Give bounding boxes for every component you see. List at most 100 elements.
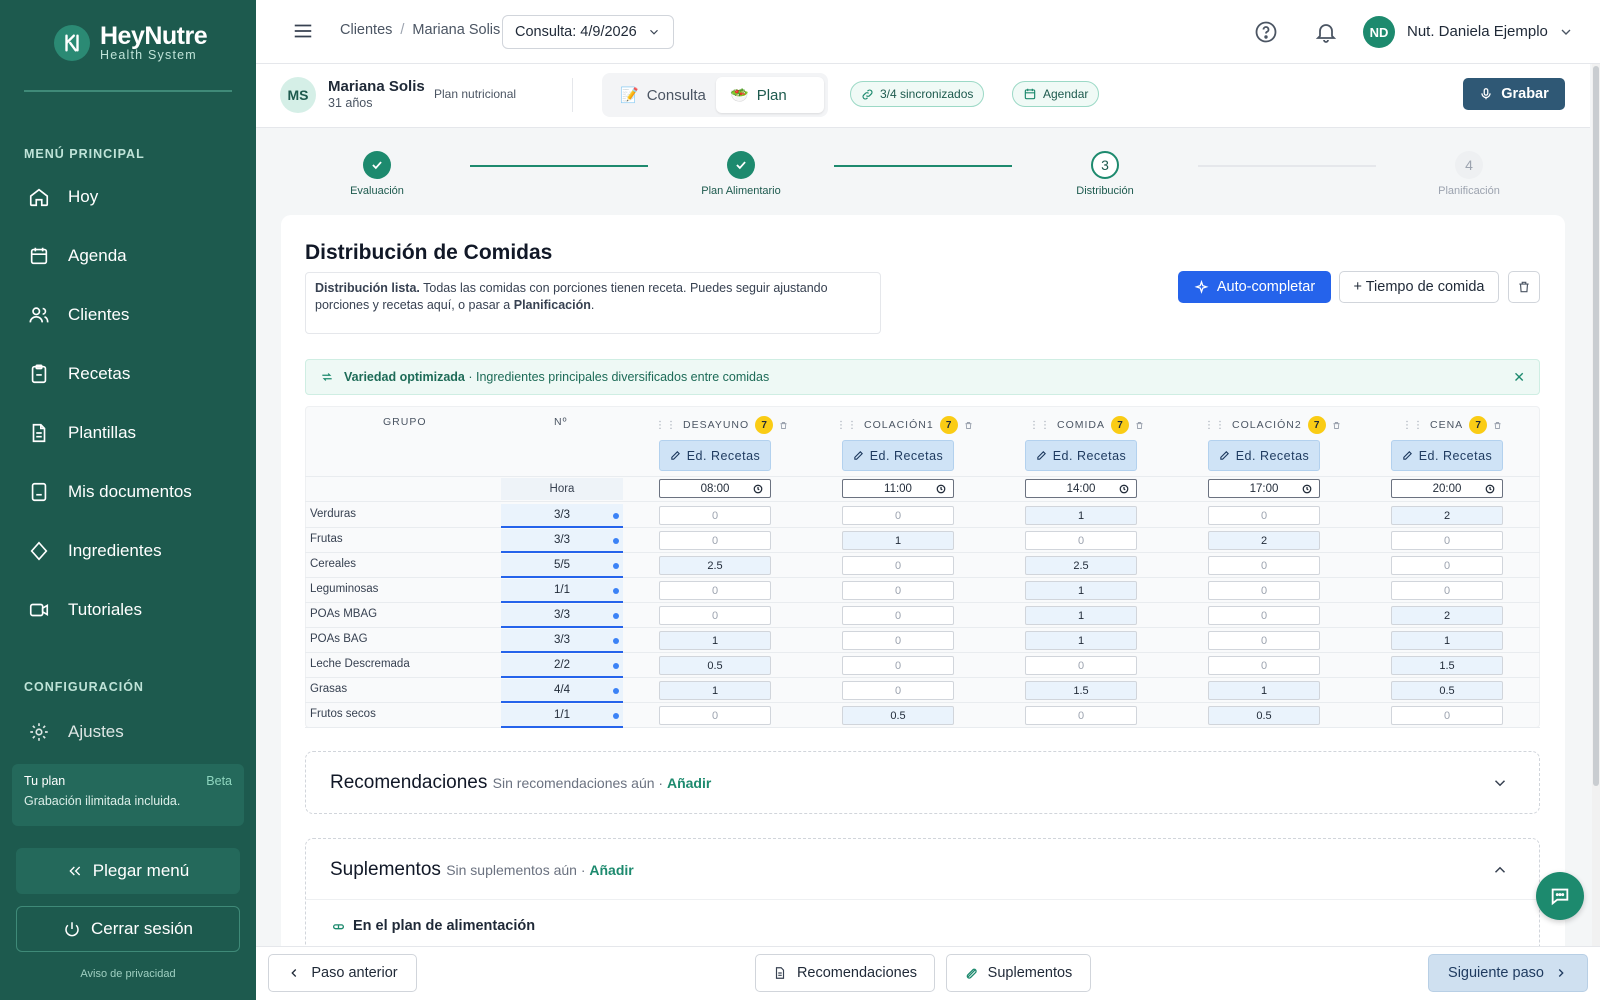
portion-input[interactable]: 1 bbox=[659, 631, 771, 650]
portion-input[interactable]: 0.5 bbox=[842, 706, 954, 725]
delete-button[interactable] bbox=[1508, 271, 1540, 303]
edit-recipes-button[interactable]: Ed. Recetas bbox=[659, 440, 771, 471]
meal-time-input[interactable]: 11:00 bbox=[842, 479, 954, 498]
portion-input[interactable]: 0 bbox=[1025, 656, 1137, 675]
drag-handle-icon[interactable]: ⋮⋮ bbox=[655, 420, 677, 431]
portion-input[interactable]: 2 bbox=[1208, 531, 1320, 550]
portion-input[interactable]: 0 bbox=[1208, 556, 1320, 575]
trash-icon[interactable] bbox=[964, 421, 973, 430]
edit-recipes-button[interactable]: Ed. Recetas bbox=[842, 440, 954, 471]
breadcrumb-clientes[interactable]: Clientes bbox=[340, 22, 392, 38]
sidebar-item-clientes[interactable]: Clientes bbox=[28, 300, 129, 330]
meal-time-input[interactable]: 08:00 bbox=[659, 479, 771, 498]
supplements-button[interactable]: Suplementos bbox=[946, 954, 1091, 992]
portion-input[interactable]: 1 bbox=[1391, 631, 1503, 650]
portion-input[interactable]: 1 bbox=[842, 531, 954, 550]
notice-link[interactable]: Planificación bbox=[514, 298, 591, 312]
edit-recipes-button[interactable]: Ed. Recetas bbox=[1025, 440, 1137, 471]
trash-icon[interactable] bbox=[1135, 421, 1144, 430]
portion-input[interactable]: 1 bbox=[1025, 631, 1137, 650]
portion-input[interactable]: 0 bbox=[659, 706, 771, 725]
portion-input[interactable]: 1 bbox=[1208, 681, 1320, 700]
breadcrumb-patient[interactable]: Mariana Solis bbox=[412, 22, 500, 38]
meal-column-header[interactable]: ⋮⋮ CENA 7 bbox=[1402, 416, 1502, 434]
meal-time-input[interactable]: 17:00 bbox=[1208, 479, 1320, 498]
portion-input[interactable]: 1 bbox=[1025, 606, 1137, 625]
logout-button[interactable]: Cerrar sesión bbox=[16, 906, 240, 952]
sync-status-badge[interactable]: 3/4 sincronizados bbox=[850, 81, 985, 107]
privacy-link[interactable]: Aviso de privacidad bbox=[0, 968, 256, 980]
portion-input[interactable]: 0 bbox=[1208, 606, 1320, 625]
collapse-menu-button[interactable]: Plegar menú bbox=[16, 848, 240, 894]
sidebar-item-ajustes[interactable]: Ajustes bbox=[28, 717, 124, 747]
step-3-number[interactable]: 3 bbox=[1091, 151, 1119, 179]
sidebar-item-recetas[interactable]: Recetas bbox=[28, 359, 130, 389]
bell-icon[interactable] bbox=[1314, 20, 1338, 44]
portion-input[interactable]: 0 bbox=[842, 556, 954, 575]
recommendations-add-link[interactable]: Añadir bbox=[667, 775, 711, 791]
portion-input[interactable]: 0 bbox=[1391, 706, 1503, 725]
portion-input[interactable]: 0 bbox=[842, 656, 954, 675]
portion-input[interactable]: 1 bbox=[1025, 506, 1137, 525]
schedule-button[interactable]: Agendar bbox=[1012, 81, 1100, 107]
sidebar-item-tutoriales[interactable]: Tutoriales bbox=[28, 595, 142, 625]
user-avatar[interactable]: ND bbox=[1363, 16, 1395, 48]
tab-plan[interactable]: 🥗 Plan bbox=[716, 77, 824, 113]
portion-input[interactable]: 0.5 bbox=[659, 656, 771, 675]
brand-logo[interactable]: HeyNutre Health System bbox=[54, 24, 208, 62]
chevron-up-icon[interactable] bbox=[1491, 861, 1509, 879]
meal-time-input[interactable]: 20:00 bbox=[1391, 479, 1503, 498]
consultation-select[interactable]: Consulta: 4/9/2026 bbox=[502, 15, 674, 49]
portion-input[interactable]: 0 bbox=[1208, 631, 1320, 650]
clock-icon[interactable] bbox=[1119, 484, 1129, 494]
portion-input[interactable]: 2 bbox=[1391, 606, 1503, 625]
portion-input[interactable]: 0 bbox=[842, 581, 954, 600]
chat-button[interactable] bbox=[1536, 872, 1584, 920]
scrollbar-thumb[interactable] bbox=[1593, 66, 1599, 786]
sidebar-item-agenda[interactable]: Agenda bbox=[28, 241, 127, 271]
portion-input[interactable]: 0 bbox=[1391, 581, 1503, 600]
help-icon[interactable] bbox=[1254, 20, 1278, 44]
portion-input[interactable]: 1.5 bbox=[1025, 681, 1137, 700]
supplements-add-link[interactable]: Añadir bbox=[589, 862, 633, 878]
recommendations-section[interactable]: Recomendaciones Sin recomendaciones aún … bbox=[305, 751, 1540, 814]
portion-input[interactable]: 0 bbox=[842, 506, 954, 525]
chevron-down-icon[interactable] bbox=[1491, 774, 1509, 792]
step-1-check-icon[interactable] bbox=[363, 151, 391, 179]
portion-input[interactable]: 0 bbox=[659, 531, 771, 550]
next-step-button[interactable]: Siguiente paso bbox=[1428, 954, 1588, 992]
trash-icon[interactable] bbox=[779, 421, 788, 430]
add-meal-time-button[interactable]: + Tiempo de comida bbox=[1339, 271, 1499, 303]
edit-recipes-button[interactable]: Ed. Recetas bbox=[1208, 440, 1320, 471]
portion-input[interactable]: 0 bbox=[659, 506, 771, 525]
record-button[interactable]: Grabar bbox=[1463, 78, 1565, 110]
clock-icon[interactable] bbox=[1485, 484, 1495, 494]
recommendations-button[interactable]: Recomendaciones bbox=[755, 954, 935, 992]
edit-recipes-button[interactable]: Ed. Recetas bbox=[1391, 440, 1503, 471]
previous-step-button[interactable]: Paso anterior bbox=[268, 954, 417, 992]
clock-icon[interactable] bbox=[1302, 484, 1312, 494]
meal-time-input[interactable]: 14:00 bbox=[1025, 479, 1137, 498]
portion-input[interactable]: 0.5 bbox=[1208, 706, 1320, 725]
portion-input[interactable]: 0 bbox=[1391, 531, 1503, 550]
tab-consulta[interactable]: 📝 Consulta bbox=[606, 77, 720, 113]
portion-input[interactable]: 0 bbox=[1391, 556, 1503, 575]
sidebar-item-ingredientes[interactable]: Ingredientes bbox=[28, 536, 162, 566]
portion-input[interactable]: 0 bbox=[1208, 656, 1320, 675]
portion-input[interactable]: 1 bbox=[1025, 581, 1137, 600]
sidebar-item-mis-documentos[interactable]: Mis documentos bbox=[28, 477, 192, 507]
close-icon[interactable]: ✕ bbox=[1513, 369, 1525, 386]
portion-input[interactable]: 0 bbox=[842, 606, 954, 625]
portion-input[interactable]: 2.5 bbox=[659, 556, 771, 575]
drag-handle-icon[interactable]: ⋮⋮ bbox=[1029, 420, 1051, 431]
meal-column-header[interactable]: ⋮⋮ COLACIÓN2 7 bbox=[1204, 416, 1341, 434]
step-2-check-icon[interactable] bbox=[727, 151, 755, 179]
trash-icon[interactable] bbox=[1332, 421, 1341, 430]
portion-input[interactable]: 0 bbox=[842, 631, 954, 650]
meal-column-header[interactable]: ⋮⋮ COMIDA 7 bbox=[1029, 416, 1144, 434]
user-name[interactable]: Nut. Daniela Ejemplo bbox=[1407, 23, 1548, 40]
trash-icon[interactable] bbox=[1493, 421, 1502, 430]
meal-column-header[interactable]: ⋮⋮ DESAYUNO 7 bbox=[655, 416, 788, 434]
clock-icon[interactable] bbox=[936, 484, 946, 494]
portion-input[interactable]: 0 bbox=[1208, 581, 1320, 600]
